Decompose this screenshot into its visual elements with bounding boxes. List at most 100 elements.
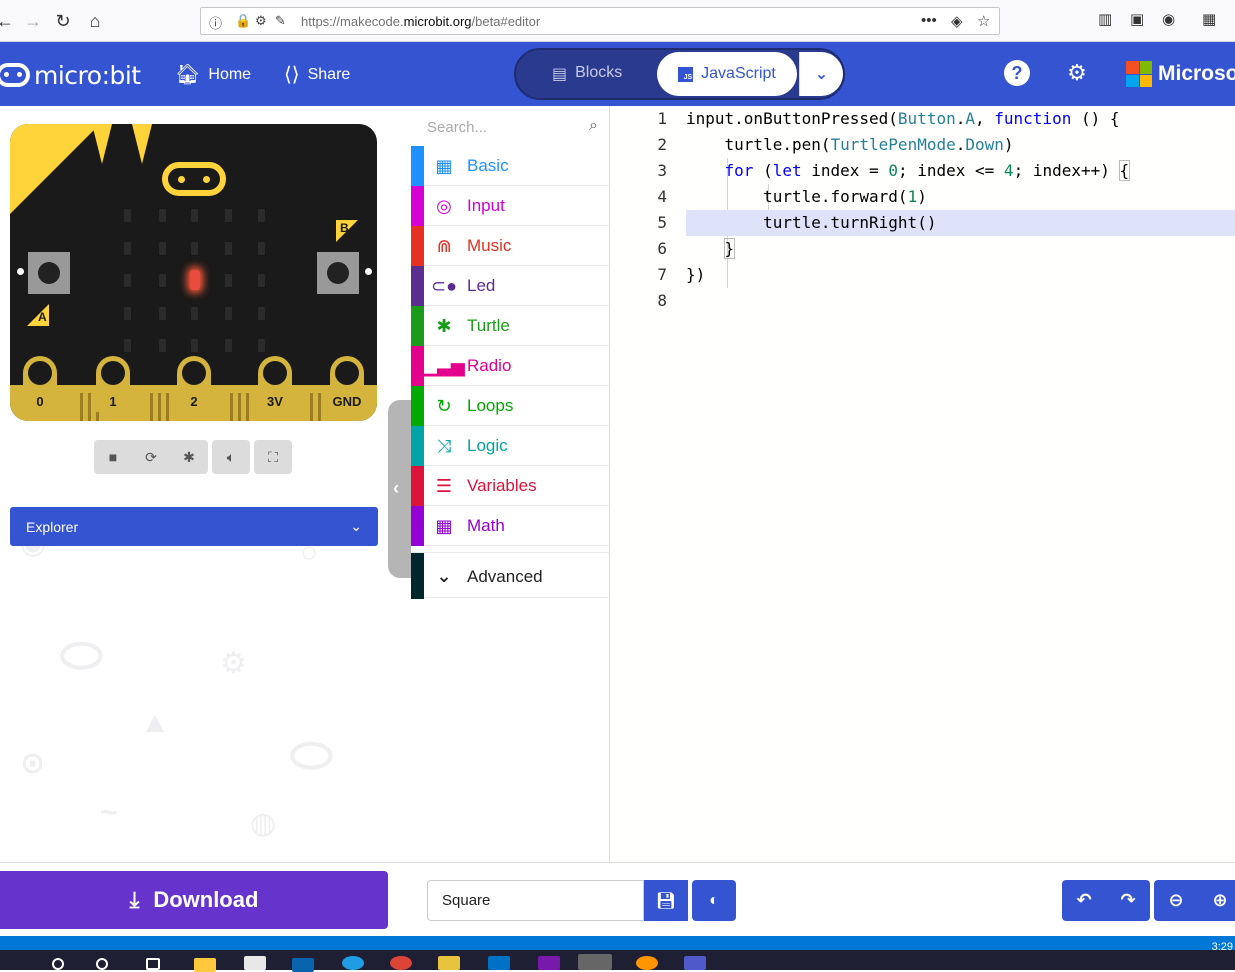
led[interactable] xyxy=(191,209,198,222)
explorer-button[interactable]: Explorer ⌄ xyxy=(10,507,378,546)
pocket-icon[interactable]: ◈ xyxy=(951,12,963,30)
bookmark-star-icon[interactable]: ☆ xyxy=(977,12,990,30)
category-advanced[interactable]: ⌄ Advanced xyxy=(411,552,610,599)
edge-icon[interactable] xyxy=(342,956,364,970)
led[interactable] xyxy=(225,209,232,222)
led[interactable] xyxy=(258,339,265,352)
save-button[interactable]: 💾︎ xyxy=(644,880,688,921)
download-button[interactable]: ⤓ Download xyxy=(0,871,388,929)
account-icon[interactable]: ◉ xyxy=(1162,10,1175,28)
code-line-3[interactable]: for (let index = 0; index <= 4; index++)… xyxy=(611,158,1235,184)
tracking-icon[interactable]: ✎ xyxy=(275,13,286,29)
fullscreen-icon[interactable]: ⛶ xyxy=(254,440,292,474)
category-radio[interactable]: ▁▃▅ Radio xyxy=(411,346,610,386)
category-logic[interactable]: ⤨ Logic xyxy=(411,426,610,466)
led-lit[interactable] xyxy=(190,270,200,290)
search-input[interactable]: Search... xyxy=(427,119,487,136)
home-icon[interactable]: ⌂ xyxy=(82,8,108,34)
mute-speaker-icon[interactable]: 🔈︎ xyxy=(212,440,250,474)
led[interactable] xyxy=(124,274,131,287)
taskbar-clock[interactable]: 3:29 xyxy=(1212,941,1233,953)
led[interactable] xyxy=(124,242,131,255)
github-button[interactable]: ◐ xyxy=(692,880,736,921)
home-button[interactable]: 🏠︎ Home xyxy=(175,62,251,87)
led[interactable] xyxy=(225,274,232,287)
debug-bug-icon[interactable]: ✱ xyxy=(170,440,208,474)
reload-icon[interactable]: ↻ xyxy=(50,8,76,34)
code-line-7[interactable]: }) xyxy=(611,262,1235,288)
search-icon[interactable] xyxy=(52,958,64,970)
project-name-input[interactable]: Square xyxy=(427,880,644,921)
redo-icon[interactable]: ↷ xyxy=(1106,880,1150,921)
code-line-4[interactable]: turtle.forward(1) xyxy=(611,184,1235,210)
active-app-icon[interactable] xyxy=(578,954,612,970)
onenote-icon[interactable] xyxy=(538,956,560,970)
led[interactable] xyxy=(159,209,166,222)
info-icon[interactable]: ⓘ xyxy=(209,13,222,32)
led[interactable] xyxy=(258,307,265,320)
category-math[interactable]: ▦ Math xyxy=(411,506,610,546)
button-b[interactable] xyxy=(317,252,359,294)
code-line-1[interactable]: input.onButtonPressed(Button.A, function… xyxy=(611,106,1235,132)
code-line-2[interactable]: turtle.pen(TurtlePenMode.Down) xyxy=(611,132,1235,158)
forward-icon[interactable]: → xyxy=(20,8,46,34)
outlook-icon[interactable] xyxy=(488,956,510,970)
firefox-icon[interactable] xyxy=(636,956,658,970)
led[interactable] xyxy=(258,274,265,287)
category-music[interactable]: ⋒ Music xyxy=(411,226,610,266)
zoom-in-icon[interactable]: ⊕ xyxy=(1198,880,1235,921)
led[interactable] xyxy=(191,307,198,320)
undo-icon[interactable]: ↶ xyxy=(1062,880,1106,921)
microbit-logo[interactable]: micro:bit xyxy=(0,60,141,90)
store-icon[interactable] xyxy=(244,956,266,970)
sidebar-icon[interactable]: ▣ xyxy=(1130,10,1144,28)
javascript-tab[interactable]: JS JavaScript xyxy=(657,52,797,96)
extensions-icon[interactable]: ▦ xyxy=(1202,10,1216,28)
led[interactable] xyxy=(159,242,166,255)
page-actions-icon[interactable]: ••• xyxy=(921,12,937,29)
code-line-6[interactable]: } xyxy=(611,236,1235,262)
code-line-8[interactable] xyxy=(611,288,1235,314)
category-led[interactable]: ⊂● Led xyxy=(411,266,610,306)
blocks-tab[interactable]: ▤ Blocks xyxy=(552,64,622,84)
collapse-simulator-handle[interactable]: ‹ xyxy=(388,400,411,578)
toolbox-search[interactable]: Search... ⌕ xyxy=(411,106,610,146)
category-input[interactable]: ◎ Input xyxy=(411,186,610,226)
stop-icon[interactable]: ■ xyxy=(94,440,132,474)
help-icon[interactable]: ? xyxy=(1004,60,1030,86)
led[interactable] xyxy=(124,209,131,222)
search-icon[interactable]: ⌕ xyxy=(589,117,598,135)
led[interactable] xyxy=(225,242,232,255)
led[interactable] xyxy=(124,307,131,320)
led[interactable] xyxy=(159,274,166,287)
language-dropdown-button[interactable]: ⌄ xyxy=(799,52,843,96)
microbit-face-logo[interactable] xyxy=(162,162,226,196)
microsoft-label[interactable]: Microsoft xyxy=(1158,62,1235,86)
lock-icon[interactable]: 🔒 xyxy=(235,13,251,29)
category-basic[interactable]: ▦ Basic xyxy=(411,146,610,186)
led[interactable] xyxy=(191,339,198,352)
teams-icon[interactable] xyxy=(684,956,706,970)
share-button[interactable]: ⟨⟩ Share xyxy=(284,62,350,87)
url-text[interactable]: https://makecode.microbit.org/beta#edito… xyxy=(301,14,540,29)
task-view-icon[interactable] xyxy=(146,958,160,970)
restart-icon[interactable]: ⟳ xyxy=(132,440,170,474)
code-editor[interactable]: 1 2 3 4 5 6 7 8 input.onButtonPressed(Bu… xyxy=(611,106,1235,862)
code-line-5[interactable]: turtle.turnRight() xyxy=(611,210,1235,236)
chrome-icon[interactable] xyxy=(390,956,412,970)
led[interactable] xyxy=(258,242,265,255)
app-icon[interactable] xyxy=(438,956,460,970)
led[interactable] xyxy=(225,339,232,352)
led[interactable] xyxy=(159,307,166,320)
address-bar[interactable]: ⓘ 🔒 ⚙ ✎ https://makecode.microbit.org/be… xyxy=(200,7,1000,35)
microsoft-logo-icon[interactable] xyxy=(1126,61,1152,87)
cortana-icon[interactable] xyxy=(96,958,108,970)
back-icon[interactable]: ← xyxy=(0,8,18,34)
led[interactable] xyxy=(124,339,131,352)
category-turtle[interactable]: ✱ Turtle xyxy=(411,306,610,346)
zoom-out-icon[interactable]: ⊖ xyxy=(1154,880,1198,921)
settings-gear-icon[interactable]: ⚙ xyxy=(1064,60,1090,86)
category-variables[interactable]: ☰ Variables xyxy=(411,466,610,506)
category-loops[interactable]: ↻ Loops xyxy=(411,386,610,426)
led[interactable] xyxy=(258,209,265,222)
